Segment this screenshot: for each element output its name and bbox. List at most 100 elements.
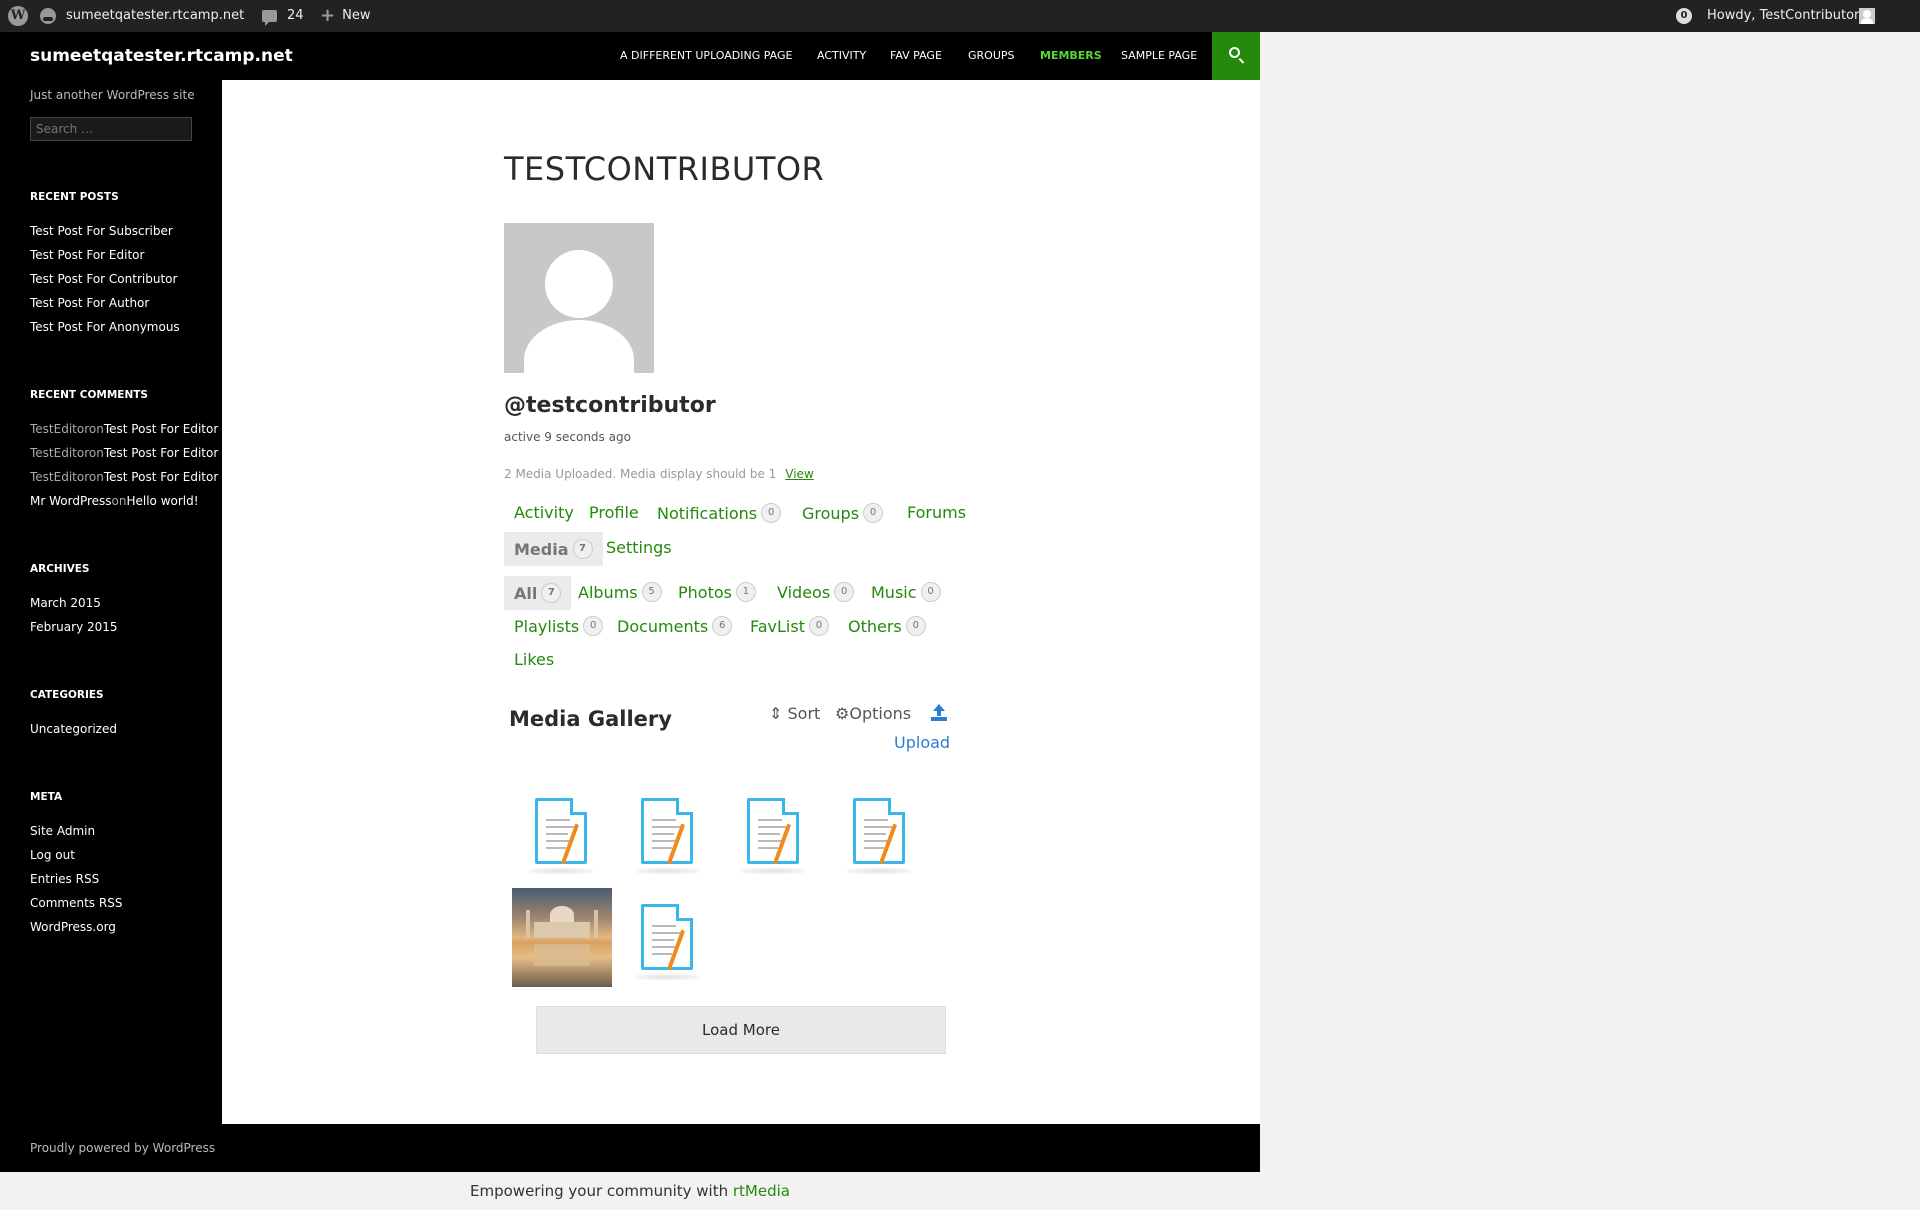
- categories-title: CATEGORIES: [30, 689, 104, 701]
- admin-bar-account[interactable]: Howdy, TestContributor: [1707, 0, 1876, 32]
- playlists-count: 0: [583, 616, 604, 636]
- comment-post-link[interactable]: Hello world!: [126, 494, 198, 508]
- upload-button[interactable]: Upload: [894, 733, 950, 752]
- meta-title: META: [30, 791, 63, 803]
- meta-wordpress-org[interactable]: WordPress.org: [30, 920, 116, 934]
- recent-post-link[interactable]: Test Post For Subscriber: [30, 224, 173, 238]
- category-link[interactable]: Uncategorized: [30, 722, 117, 736]
- last-active: active 9 seconds ago: [504, 430, 631, 444]
- tab-activity[interactable]: Activity: [514, 503, 574, 522]
- media-tab-photos[interactable]: Photos 1: [678, 582, 756, 602]
- gallery-item-document[interactable]: [511, 798, 611, 898]
- meta-entries-label: Entries: [30, 872, 72, 886]
- media-tab-others-label: Others: [848, 616, 902, 636]
- recent-post-link[interactable]: Test Post For Author: [30, 296, 149, 310]
- comments-count: 24: [287, 8, 304, 23]
- media-tab-favlist[interactable]: FavList 0: [750, 616, 829, 636]
- meta-entries-rss[interactable]: Entries RSS: [30, 872, 99, 886]
- rtmedia-link[interactable]: rtMedia: [733, 1182, 790, 1200]
- recent-comment-item: TestEditoronTest Post For Editor: [30, 446, 218, 460]
- media-tab-documents[interactable]: Documents 6: [617, 616, 733, 636]
- admin-bar-new[interactable]: + New: [320, 0, 370, 32]
- admin-bar-comments[interactable]: 24: [262, 0, 304, 32]
- meta-site-admin[interactable]: Site Admin: [30, 824, 95, 838]
- sort-button[interactable]: ⇕ Sort: [769, 704, 820, 723]
- gallery-item-document[interactable]: [617, 904, 717, 1004]
- view-link[interactable]: View: [785, 467, 813, 481]
- site-title[interactable]: sumeetqatester.rtcamp.net: [30, 32, 293, 80]
- comment-icon: [262, 10, 277, 26]
- media-note: 2 Media Uploaded. Media display should b…: [504, 467, 814, 481]
- notifications-count: 0: [761, 503, 782, 523]
- load-more-button[interactable]: Load More: [536, 1006, 946, 1054]
- comment-author[interactable]: TestEditor: [30, 422, 89, 436]
- meta-comments-rss[interactable]: Comments RSS: [30, 896, 122, 910]
- archive-link[interactable]: March 2015: [30, 596, 101, 610]
- document-icon: [747, 798, 799, 865]
- tab-notifications[interactable]: Notifications 0: [657, 503, 782, 523]
- tab-media[interactable]: Media 7: [504, 532, 603, 566]
- media-tab-likes[interactable]: Likes: [514, 650, 554, 669]
- rtmedia-footer: Empowering your community with rtMedia: [0, 1172, 1260, 1210]
- media-tab-all[interactable]: All 7: [504, 576, 572, 610]
- comment-author[interactable]: TestEditor: [30, 446, 89, 460]
- media-tab-photos-label: Photos: [678, 582, 732, 602]
- comment-author[interactable]: Mr WordPress: [30, 494, 112, 508]
- tab-notifications-label: Notifications: [657, 503, 758, 523]
- media-tab-others[interactable]: Others 0: [848, 616, 926, 636]
- plus-icon: +: [320, 5, 336, 26]
- media-tab-albums[interactable]: Albums 5: [578, 582, 662, 602]
- gallery-item-document[interactable]: [723, 798, 823, 898]
- archive-link[interactable]: February 2015: [30, 620, 118, 634]
- user-avatar-icon: [1859, 8, 1876, 24]
- tab-profile[interactable]: Profile: [589, 503, 639, 522]
- admin-bar-notifications[interactable]: 0: [1676, 0, 1692, 32]
- all-count: 7: [541, 583, 562, 603]
- search-toggle-button[interactable]: [1212, 32, 1260, 80]
- comment-post-link[interactable]: Test Post For Editor: [104, 446, 218, 460]
- tab-settings[interactable]: Settings: [606, 538, 672, 557]
- recent-post-link[interactable]: Test Post For Anonymous: [30, 320, 180, 334]
- gallery-item-document[interactable]: [617, 798, 717, 898]
- groups-count: 0: [863, 503, 884, 523]
- documents-count: 6: [712, 616, 733, 636]
- recent-post-link[interactable]: Test Post For Editor: [30, 248, 144, 262]
- media-tab-playlists[interactable]: Playlists 0: [514, 616, 604, 636]
- tab-media-label: Media: [514, 539, 569, 559]
- comment-author[interactable]: TestEditor: [30, 470, 89, 484]
- admin-bar-site-link[interactable]: sumeetqatester.rtcamp.net: [40, 0, 244, 32]
- nav-item-fav-page[interactable]: FAV PAGE: [890, 32, 942, 80]
- comment-post-link[interactable]: Test Post For Editor: [104, 470, 218, 484]
- nav-item-activity[interactable]: ACTIVITY: [817, 32, 866, 80]
- media-tab-videos[interactable]: Videos 0: [777, 582, 855, 602]
- gallery-item-photo[interactable]: [512, 888, 612, 987]
- main-content: [222, 80, 1260, 1124]
- admin-bar: W sumeetqatester.rtcamp.net 24 + New 0 H…: [0, 0, 1920, 32]
- sidebar-search-input[interactable]: [30, 117, 192, 141]
- nav-item-members[interactable]: MEMBERS: [1040, 32, 1102, 80]
- options-button[interactable]: ⚙Options: [835, 704, 911, 723]
- site-footer: Proudly powered by WordPress: [0, 1124, 1260, 1172]
- avatar-head-shape: [545, 250, 613, 318]
- nav-item-uploading-page[interactable]: A DIFFERENT UPLOADING PAGE: [620, 32, 793, 80]
- nav-item-sample-page[interactable]: SAMPLE PAGE: [1121, 32, 1197, 80]
- media-tab-music[interactable]: Music 0: [871, 582, 941, 602]
- site-description: Just another WordPress site: [30, 88, 195, 102]
- meta-log-out[interactable]: Log out: [30, 848, 75, 862]
- recent-post-link[interactable]: Test Post For Contributor: [30, 272, 177, 286]
- tab-groups[interactable]: Groups 0: [802, 503, 884, 523]
- comment-post-link[interactable]: Test Post For Editor: [104, 422, 218, 436]
- gallery-item-document[interactable]: [829, 798, 929, 898]
- meta-rss-abbr: RSS: [98, 896, 123, 910]
- upload-icon[interactable]: [931, 704, 947, 722]
- tab-forums[interactable]: Forums: [907, 503, 966, 522]
- gear-icon: ⚙: [835, 704, 850, 723]
- search-icon: [1229, 47, 1240, 58]
- wordpress-logo-icon[interactable]: W: [6, 0, 30, 32]
- recent-comments-title: RECENT COMMENTS: [30, 389, 148, 401]
- profile-avatar[interactable]: [504, 223, 654, 373]
- powered-by-link[interactable]: Proudly powered by WordPress: [30, 1124, 215, 1172]
- nav-item-groups[interactable]: GROUPS: [968, 32, 1015, 80]
- site-header: sumeetqatester.rtcamp.net A DIFFERENT UP…: [0, 32, 1260, 80]
- document-icon: [641, 798, 693, 865]
